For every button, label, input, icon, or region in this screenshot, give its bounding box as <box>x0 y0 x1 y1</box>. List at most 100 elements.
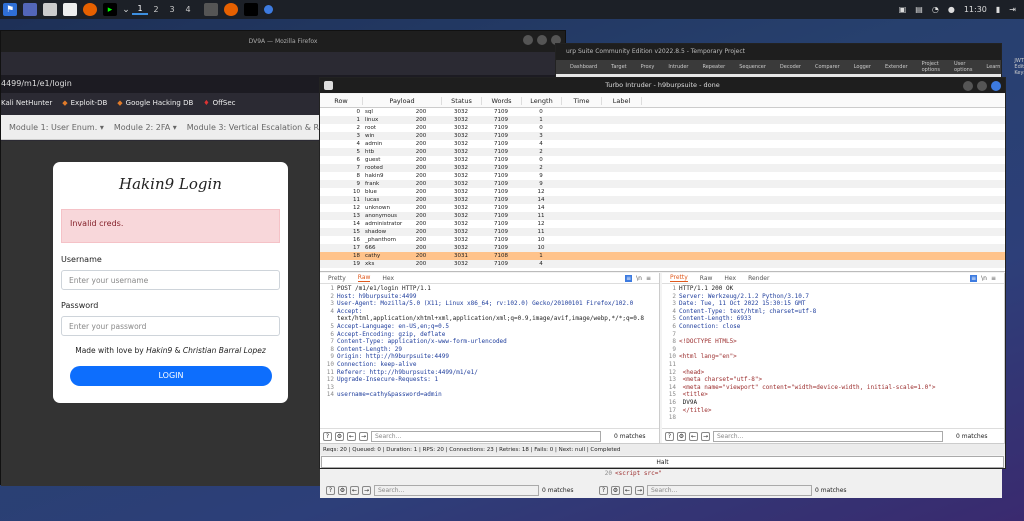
table-row[interactable]: 4 admin 200 3032 7109 4 <box>320 140 1005 148</box>
workspace-3[interactable]: 3 <box>164 5 180 14</box>
tab-logger[interactable]: Logger <box>854 64 871 70</box>
help-icon[interactable]: ? <box>665 431 674 441</box>
lock-icon[interactable]: ▮ <box>996 5 1000 14</box>
table-row[interactable]: 6 guest 200 3032 7109 0 <box>320 156 1005 164</box>
terminal-icon[interactable]: ▸ <box>103 3 117 16</box>
tab-user-options[interactable]: User options <box>954 61 972 73</box>
newline-icon[interactable]: \n <box>636 275 642 282</box>
close-button[interactable] <box>991 81 1001 91</box>
newline-icon[interactable]: \n <box>981 275 987 282</box>
table-row[interactable]: 16 _phanthom 200 3032 7109 10 <box>320 236 1005 244</box>
response-search-input[interactable]: Search... <box>713 430 943 442</box>
burp-task-icon-2[interactable] <box>264 5 273 14</box>
maximize-button[interactable] <box>537 35 547 45</box>
network-icon[interactable]: ▤ <box>915 5 923 14</box>
wrap-icon[interactable]: ≡ <box>970 274 978 282</box>
table-row[interactable]: 7 rooted 200 3032 7109 2 <box>320 164 1005 172</box>
back-icon[interactable]: ← <box>347 431 356 441</box>
tab-project-options[interactable]: Project options <box>922 61 940 73</box>
minimize-button[interactable] <box>523 35 533 45</box>
halt-button[interactable]: Halt <box>321 456 1004 468</box>
table-row[interactable]: 3 win 200 3032 7109 3 <box>320 132 1005 140</box>
table-row[interactable]: 17 666 200 3032 7109 10 <box>320 244 1005 252</box>
login-button[interactable]: LOGIN <box>70 366 272 386</box>
tab-hex[interactable]: Hex <box>382 275 394 282</box>
col-words[interactable]: Words <box>482 96 522 105</box>
forward-icon[interactable]: → <box>701 431 710 441</box>
tab-raw[interactable]: Raw <box>700 275 713 282</box>
tab-learn[interactable]: Learn <box>986 64 1000 70</box>
table-row[interactable]: 14 administrator 200 3032 7109 12 <box>320 220 1005 228</box>
tab-intruder[interactable]: Intruder <box>668 64 688 70</box>
table-row[interactable]: 12 unknown 200 3032 7109 14 <box>320 204 1005 212</box>
col-label[interactable]: Label <box>602 96 642 105</box>
menu-icon[interactable]: ≡ <box>991 275 996 282</box>
back-icon[interactable]: ← <box>350 486 359 495</box>
tab-dashboard[interactable]: Dashboard <box>570 64 597 70</box>
table-row[interactable]: 2 root 200 3032 7109 0 <box>320 124 1005 132</box>
clock[interactable]: 11:30 <box>964 5 987 14</box>
forward-icon[interactable]: → <box>362 486 371 495</box>
tab-proxy[interactable]: Proxy <box>641 64 655 70</box>
tab-raw[interactable]: Raw <box>357 274 371 282</box>
desktop-icon[interactable] <box>23 3 37 16</box>
power-icon[interactable]: ● <box>948 5 955 14</box>
tab-render[interactable]: Render <box>748 275 769 282</box>
table-row[interactable]: 18 cathy 200 3031 7108 1 <box>320 252 1005 260</box>
help-icon[interactable]: ? <box>599 486 608 495</box>
forward-icon[interactable]: → <box>635 486 644 495</box>
table-row[interactable]: 9 frank 200 3032 7109 9 <box>320 180 1005 188</box>
settings-icon[interactable]: ⚙ <box>335 431 344 441</box>
nav-module-2[interactable]: Module 2: 2FA ▾ <box>114 123 177 132</box>
file-manager-icon[interactable] <box>43 3 57 16</box>
workspace-4[interactable]: 4 <box>180 5 196 14</box>
logout-icon[interactable]: ⇥ <box>1009 5 1016 14</box>
tab-pretty[interactable]: Pretty <box>328 275 346 282</box>
tab-target[interactable]: Target <box>611 64 626 70</box>
firefox-icon[interactable] <box>83 3 97 16</box>
table-row[interactable]: 0 sql 200 3032 7109 0 <box>320 108 1005 116</box>
tab-extender[interactable]: Extender <box>885 64 908 70</box>
search-input[interactable]: Search... <box>374 485 539 496</box>
table-row[interactable]: 5 htb 200 3032 7109 2 <box>320 148 1005 156</box>
col-status[interactable]: Status <box>442 96 482 105</box>
tab-pretty[interactable]: Pretty <box>670 274 688 282</box>
chevron-down-icon[interactable]: ⌄ <box>122 3 130 16</box>
firefox-task-icon[interactable] <box>224 3 238 16</box>
response-body[interactable]: 1 HTTP/1.1 200 OK 2 Server: Werkzeug/2.1.2 … <box>662 284 1004 422</box>
tab-hex[interactable]: Hex <box>724 275 736 282</box>
back-icon[interactable]: ← <box>623 486 632 495</box>
table-row[interactable]: 8 hakin9 200 3032 7109 9 <box>320 172 1005 180</box>
col-row[interactable]: Row <box>320 96 363 105</box>
file-icon[interactable] <box>63 3 77 16</box>
table-row[interactable]: 11 lucas 200 3032 7109 14 <box>320 196 1005 204</box>
tab-decoder[interactable]: Decoder <box>780 64 801 70</box>
col-length[interactable]: Length <box>522 96 562 105</box>
request-body[interactable]: 1 POST /m1/e1/login HTTP/1.1 2 Host: h9burp… <box>320 284 659 399</box>
request-search-input[interactable]: Search... <box>371 430 601 442</box>
settings-icon[interactable]: ⚙ <box>611 486 620 495</box>
workspace-1[interactable]: 1 <box>132 4 148 15</box>
help-icon[interactable]: ? <box>326 486 335 495</box>
nav-module-1[interactable]: Module 1: User Enum. ▾ <box>9 123 104 132</box>
bookmark-kali-nethunter[interactable]: Kali NetHunter <box>1 99 52 107</box>
minimize-button[interactable] <box>963 81 973 91</box>
menu-icon[interactable]: ≡ <box>646 275 651 282</box>
table-row[interactable]: 1 linux 200 3032 7109 1 <box>320 116 1005 124</box>
maximize-button[interactable] <box>977 81 987 91</box>
bookmark-offsec[interactable]: ♦ OffSec <box>203 99 235 107</box>
terminal-task-icon[interactable] <box>244 3 258 16</box>
wrap-icon[interactable]: ≡ <box>625 274 633 282</box>
username-input[interactable]: Enter your username <box>61 270 280 290</box>
burp-task-icon[interactable] <box>204 3 218 16</box>
col-time[interactable]: Time <box>562 96 602 105</box>
tab-comparer[interactable]: Comparer <box>815 64 840 70</box>
bookmark-exploit-db[interactable]: ◆ Exploit-DB <box>62 99 107 107</box>
tab-sequencer[interactable]: Sequencer <box>739 64 766 70</box>
table-row[interactable]: 15 shadow 200 3032 7109 11 <box>320 228 1005 236</box>
table-row[interactable]: 10 blue 200 3032 7109 12 <box>320 188 1005 196</box>
workspace-2[interactable]: 2 <box>148 5 164 14</box>
bookmark-google-hacking-db[interactable]: ◆ Google Hacking DB <box>117 99 193 107</box>
col-payload[interactable]: Payload <box>363 96 442 105</box>
nav-module-3[interactable]: Module 3: Vertical Escalation & RBA <box>187 123 330 132</box>
